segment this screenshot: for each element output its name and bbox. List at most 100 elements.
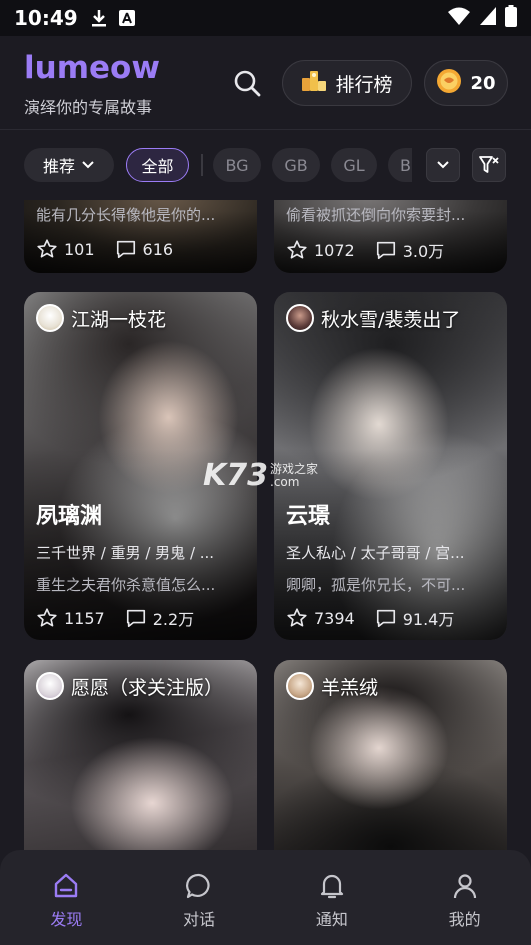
leaderboard-button[interactable]: 排行榜	[282, 60, 412, 106]
character-name: 云璟	[286, 504, 331, 529]
comments-count: 2.2万	[152, 610, 195, 629]
coin-icon	[436, 68, 462, 99]
battery-icon	[505, 5, 517, 31]
filter-divider	[201, 154, 203, 176]
comment-icon	[376, 609, 395, 628]
character-name: 夙璃渊	[36, 504, 103, 529]
likes-stat: 7394	[286, 607, 355, 629]
likes-count: 7394	[314, 608, 355, 628]
chat-bubble-icon	[186, 873, 210, 899]
comments-count: 3.0万	[402, 242, 445, 261]
likes-stat: 1157	[36, 607, 105, 629]
story-card[interactable]: 愿愿（求关注版）	[24, 660, 257, 850]
story-feed[interactable]: 能有几分长得像他是你的... 101 616 偷看被抓还倒向你索要封... 10…	[0, 200, 531, 850]
comments-stat: 2.2万	[125, 606, 194, 630]
signal-icon	[479, 6, 497, 30]
app-logo: lumeow	[24, 50, 160, 86]
character-tags: 三千世界 / 重男 / 男鬼 / ...	[36, 544, 215, 562]
card-stats: 7394 91.4万	[286, 606, 474, 630]
watermark-site-name: 游戏之家	[270, 461, 319, 476]
card-description: 重生之夫君你杀意值怎么...	[36, 576, 216, 594]
wifi-icon	[447, 6, 471, 30]
search-button[interactable]	[230, 66, 264, 100]
trophy-icon	[301, 69, 327, 98]
nav-label: 通知	[315, 910, 348, 929]
filter-bar: 推荐 全部 BG GB GL Bl	[0, 130, 531, 200]
coin-count: 20	[470, 72, 496, 94]
coin-balance-button[interactable]: 20	[424, 60, 508, 106]
comments-stat: 3.0万	[375, 238, 444, 262]
filter-chip-gb[interactable]: GB	[272, 148, 320, 182]
search-icon	[234, 70, 261, 97]
author-name: 羊羔绒	[321, 676, 379, 699]
leaderboard-label: 排行榜	[335, 73, 393, 96]
comment-icon	[376, 241, 395, 260]
star-icon	[37, 608, 57, 627]
filter-chip-bg[interactable]: BG	[213, 148, 261, 182]
comment-icon	[126, 609, 145, 628]
nav-item-profile[interactable]: 我的	[398, 850, 531, 945]
comments-stat: 616	[115, 238, 174, 260]
card-author: 羊羔绒	[286, 672, 378, 700]
author-name: 秋水雪/裴羡出了	[321, 308, 461, 331]
card-description: 偷看被抓还倒向你索要封...	[286, 206, 466, 224]
status-bar: 10:49	[0, 0, 531, 36]
nav-item-chat[interactable]: 对话	[133, 850, 266, 945]
expand-filters-button[interactable]	[426, 148, 460, 182]
avatar	[286, 304, 314, 332]
watermark-subtext: 游戏之家 .com	[270, 461, 319, 489]
avatar	[36, 672, 64, 700]
avatar	[286, 672, 314, 700]
card-description: 能有几分长得像他是你的...	[36, 206, 216, 224]
watermark-logo: K73 游戏之家 .com	[203, 458, 318, 493]
comments-count: 91.4万	[402, 610, 455, 629]
likes-stat: 1072	[286, 239, 355, 261]
likes-stat: 101	[36, 238, 95, 260]
watermark-domain: .com	[270, 474, 300, 489]
story-card[interactable]: 偷看被抓还倒向你索要封... 1072 3.0万	[274, 200, 507, 273]
nav-item-discover[interactable]: 发现	[0, 850, 133, 945]
comments-count: 616	[142, 239, 174, 259]
app-notification-icon	[118, 9, 136, 27]
likes-count: 1072	[314, 240, 355, 260]
card-author: 愿愿（求关注版）	[36, 672, 223, 700]
comments-stat: 91.4万	[375, 606, 455, 630]
author-name: 江湖一枝花	[71, 308, 167, 331]
author-name: 愿愿（求关注版）	[71, 676, 224, 699]
star-icon	[287, 608, 307, 627]
card-stats: 101 616	[36, 238, 193, 260]
user-icon	[453, 874, 476, 899]
card-description: 卿卿，孤是你兄长，不可...	[286, 576, 466, 594]
chevron-down-icon	[437, 161, 449, 169]
card-stats: 1157 2.2万	[36, 606, 214, 630]
comment-icon	[116, 240, 135, 259]
watermark-text: K73	[203, 458, 268, 493]
discover-icon	[55, 873, 78, 898]
sort-label: 推荐	[42, 157, 75, 176]
star-icon	[287, 240, 307, 259]
filter-clear-icon	[479, 156, 499, 173]
card-author: 江湖一枝花	[36, 304, 166, 332]
likes-count: 1157	[64, 608, 105, 628]
avatar	[36, 304, 64, 332]
app-tagline: 演绎你的专属故事	[24, 98, 153, 117]
bottom-nav: 发现 对话 通知 我的	[0, 850, 531, 945]
chevron-down-icon	[82, 161, 94, 169]
app-header: lumeow 演绎你的专属故事 排行榜 20	[0, 36, 531, 130]
bell-icon	[320, 874, 343, 899]
clear-filter-button[interactable]	[472, 148, 506, 182]
star-icon	[37, 239, 57, 258]
story-card[interactable]: 羊羔绒	[274, 660, 507, 850]
filter-chip-gl[interactable]: GL	[331, 148, 377, 182]
nav-label: 我的	[448, 910, 481, 929]
story-card[interactable]: 能有几分长得像他是你的... 101 616	[24, 200, 257, 273]
character-tags: 圣人私心 / 太子哥哥 / 宫...	[286, 544, 465, 562]
likes-count: 101	[64, 239, 95, 259]
nav-label: 对话	[183, 910, 216, 929]
filter-chip-bl[interactable]: Bl	[388, 148, 412, 182]
sort-dropdown[interactable]: 推荐	[24, 148, 114, 182]
status-time: 10:49	[14, 6, 78, 30]
nav-item-notifications[interactable]: 通知	[266, 850, 399, 945]
filter-chip-all[interactable]: 全部	[126, 148, 189, 182]
nav-label: 发现	[50, 910, 83, 929]
